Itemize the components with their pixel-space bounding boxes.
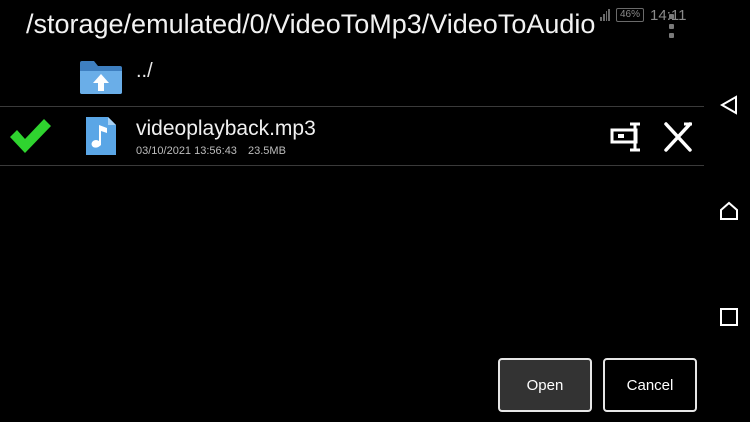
check-icon xyxy=(10,119,51,153)
open-button[interactable]: Open xyxy=(498,358,592,412)
current-path: /storage/emulated/0/VideoToMp3/VideoToAu… xyxy=(26,9,596,39)
back-icon[interactable] xyxy=(718,94,740,116)
parent-directory-label: ../ xyxy=(136,60,153,82)
cancel-button[interactable]: Cancel xyxy=(603,358,697,412)
file-row[interactable]: videoplayback.mp3 03/10/2021 13:56:43 23… xyxy=(0,106,704,166)
music-file-icon xyxy=(86,117,116,155)
navigation-bar xyxy=(704,0,750,422)
folder-up-icon xyxy=(80,61,122,94)
parent-directory-row[interactable]: ../ xyxy=(0,50,704,106)
file-date: 03/10/2021 13:56:43 xyxy=(136,145,237,157)
overflow-menu-icon[interactable] xyxy=(664,14,678,38)
status-bar: 46% 14:11 xyxy=(600,4,700,26)
rename-icon[interactable] xyxy=(610,121,644,153)
battery-indicator: 46% xyxy=(616,8,645,22)
file-name: videoplayback.mp3 xyxy=(136,117,316,140)
file-meta: 03/10/2021 13:56:43 23.5MB xyxy=(136,145,286,157)
home-icon[interactable] xyxy=(718,200,740,222)
delete-icon[interactable] xyxy=(662,121,694,153)
file-size: 23.5MB xyxy=(248,145,286,157)
recents-icon[interactable] xyxy=(718,306,740,328)
